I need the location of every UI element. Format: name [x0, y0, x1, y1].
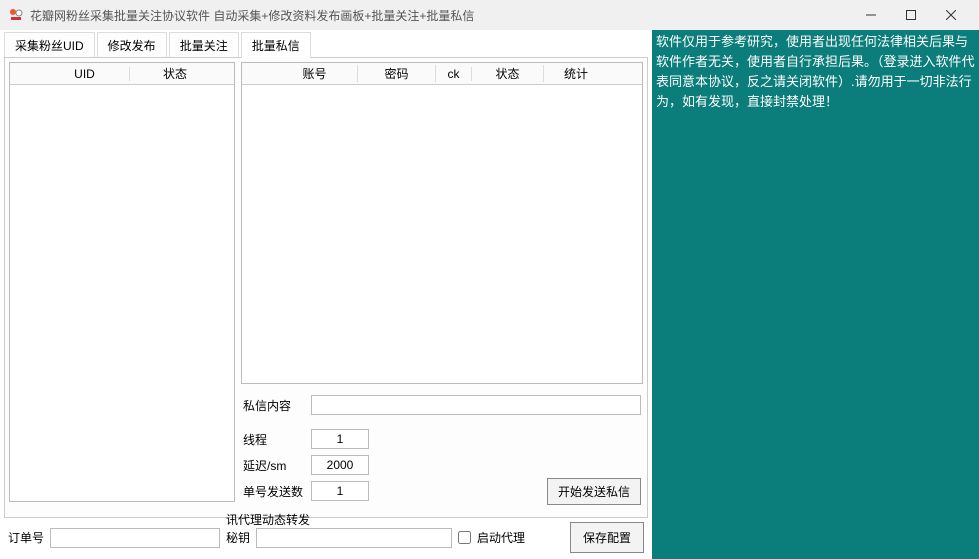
order-input[interactable] [50, 528, 220, 548]
thread-label: 线程 [243, 431, 303, 448]
enable-proxy-checkbox[interactable] [458, 531, 471, 544]
per-account-label: 单号发送数 [243, 483, 311, 500]
close-button[interactable] [931, 1, 971, 29]
maximize-button[interactable] [891, 1, 931, 29]
window-controls [851, 1, 971, 29]
account-listview-header: 账号 密码 ck 状态 统计 [242, 63, 642, 85]
acc-col-account[interactable]: 账号 [272, 65, 358, 82]
tab-collect-uid[interactable]: 采集粉丝UID [4, 32, 95, 58]
order-label: 订单号 [8, 529, 44, 546]
uid-col-status[interactable]: 状态 [130, 65, 220, 82]
acc-col-stats[interactable]: 统计 [544, 65, 608, 82]
account-listview[interactable]: 账号 密码 ck 状态 统计 [241, 62, 643, 384]
dm-content-label: 私信内容 [243, 397, 303, 414]
bottom-bar: 订单号 讯代理动态转发 秘钥 启动代理 保存配置 [4, 518, 648, 553]
tab-batch-dm[interactable]: 批量私信 [241, 32, 311, 58]
uid-col-uid[interactable]: UID [40, 67, 130, 81]
uid-listview[interactable]: UID 状态 [9, 62, 235, 502]
delay-input[interactable] [311, 455, 369, 475]
save-config-button[interactable]: 保存配置 [570, 522, 644, 553]
secret-label: 秘钥 [226, 531, 250, 545]
per-account-input[interactable] [311, 481, 369, 501]
minimize-button[interactable] [851, 1, 891, 29]
tab-batch-follow[interactable]: 批量关注 [169, 32, 239, 58]
notice-text: 软件仅用于参考研究，使用者出现任何法律相关后果与软件作者无关，使用者自行承担后果… [656, 32, 975, 113]
proxy-group-label: 讯代理动态转发 [226, 511, 310, 528]
start-send-dm-button[interactable]: 开始发送私信 [547, 478, 641, 505]
acc-col-password[interactable]: 密码 [358, 65, 436, 82]
acc-col-ck[interactable]: ck [436, 67, 472, 81]
notice-panel: 软件仅用于参考研究，使用者出现任何法律相关后果与软件作者无关，使用者自行承担后果… [652, 30, 979, 559]
tab-strip: 采集粉丝UID 修改发布 批量关注 批量私信 [4, 32, 648, 58]
secret-input[interactable] [256, 528, 452, 548]
enable-proxy-label: 启动代理 [477, 529, 525, 546]
app-icon [8, 7, 24, 23]
dm-content-input[interactable] [311, 395, 641, 415]
uid-listview-header: UID 状态 [10, 63, 234, 85]
window-title: 花瓣网粉丝采集批量关注协议软件 自动采集+修改资料发布画板+批量关注+批量私信 [30, 7, 851, 24]
tab-page-batch-dm: UID 状态 账号 密码 ck 状态 统计 [4, 57, 648, 518]
tab-edit-publish[interactable]: 修改发布 [97, 32, 167, 58]
delay-label: 延迟/sm [243, 457, 303, 474]
thread-input[interactable] [311, 429, 369, 449]
title-bar: 花瓣网粉丝采集批量关注协议软件 自动采集+修改资料发布画板+批量关注+批量私信 [0, 0, 979, 30]
acc-col-status[interactable]: 状态 [472, 65, 544, 82]
